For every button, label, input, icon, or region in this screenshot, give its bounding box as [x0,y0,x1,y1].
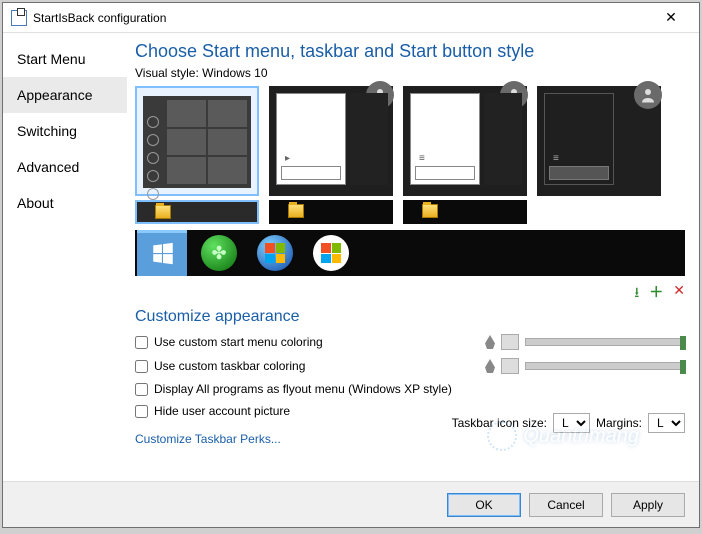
taskbar-thumbnails [135,200,685,224]
sidebar-item-appearance[interactable]: Appearance [3,77,127,113]
add-icon[interactable]: ＋ [649,282,663,306]
orb-colorful[interactable] [313,235,349,271]
sidebar-item-advanced[interactable]: Advanced [3,149,127,185]
label-flyout: Display All programs as flyout menu (Win… [154,382,452,396]
window-body: Start Menu Appearance Switching Advanced… [3,33,699,481]
label-start-menu-color: Use custom start menu coloring [154,335,323,349]
opt-flyout: Display All programs as flyout menu (Win… [135,382,685,396]
checkbox-start-menu-color[interactable] [135,336,148,349]
apply-button[interactable]: Apply [611,493,685,517]
style-thumb-windows10[interactable] [135,86,259,196]
taskbar-thumb-3[interactable] [403,200,527,224]
ok-button[interactable]: OK [447,493,521,517]
checkbox-taskbar-color[interactable] [135,360,148,373]
visual-style-label: Visual style: [135,66,199,80]
visual-style-value: Windows 10 [202,66,267,80]
opacity-slider[interactable] [525,362,685,370]
taskbar-thumb-1[interactable] [135,200,259,224]
style-thumb-light1[interactable]: ▸ [269,86,393,196]
taskbar-icon-size-select[interactable]: L [553,413,590,433]
titlebar: StartIsBack configuration ✕ [3,3,699,33]
orb-win7[interactable] [257,235,293,271]
margins-label: Margins: [596,416,642,430]
style-thumbnails: ▸ ≡ ≡ [135,86,685,196]
margins-select[interactable]: L [648,413,685,433]
eyedropper-icon[interactable] [485,359,495,373]
orb-clover[interactable]: ✤ [201,235,237,271]
taskbar-icon-size-label: Taskbar icon size: [452,416,547,430]
folder-icon [422,204,438,218]
visual-style-row: Visual style: Windows 10 [135,66,685,80]
footer: OK Cancel Apply [3,481,699,527]
download-icon[interactable]: ⭳ [634,282,639,306]
app-icon [11,10,27,26]
customize-perks-link[interactable]: Customize Taskbar Perks... [135,432,281,446]
style-thumb-dark[interactable]: ≡ [537,86,661,196]
sidebar-item-about[interactable]: About [3,185,127,221]
avatar-icon [634,81,662,109]
label-taskbar-color: Use custom taskbar coloring [154,359,305,373]
folder-icon [155,205,171,219]
opt-start-menu-color: Use custom start menu coloring [135,334,685,350]
window-title: StartIsBack configuration [33,11,166,25]
config-window: StartIsBack configuration ✕ Start Menu A… [2,2,700,528]
color-swatch[interactable] [501,358,519,374]
checkbox-hide-avatar[interactable] [135,405,148,418]
style-thumb-light2[interactable]: ≡ [403,86,527,196]
opt-taskbar-color: Use custom taskbar coloring [135,358,685,374]
cancel-button[interactable]: Cancel [529,493,603,517]
sidebar: Start Menu Appearance Switching Advanced… [3,33,127,481]
sidebar-item-startmenu[interactable]: Start Menu [3,41,127,77]
customize-heading: Customize appearance [135,308,685,326]
main-panel: Choose Start menu, taskbar and Start but… [127,33,699,481]
start-button-row: ✤ [135,230,685,276]
sidebar-item-switching[interactable]: Switching [3,113,127,149]
taskbar-thumb-2[interactable] [269,200,393,224]
label-hide-avatar: Hide user account picture [154,404,290,418]
bottom-controls: Taskbar icon size: L Margins: L [452,413,685,433]
folder-icon [288,204,304,218]
checkbox-flyout[interactable] [135,383,148,396]
page-heading: Choose Start menu, taskbar and Start but… [135,41,685,62]
style-actions: ⭳ ＋ ✕ [135,282,685,306]
color-swatch[interactable] [501,334,519,350]
opacity-slider[interactable] [525,338,685,346]
orb-windows10[interactable] [145,235,181,271]
close-button[interactable]: ✕ [651,9,691,26]
eyedropper-icon[interactable] [485,335,495,349]
delete-icon[interactable]: ✕ [673,282,685,306]
